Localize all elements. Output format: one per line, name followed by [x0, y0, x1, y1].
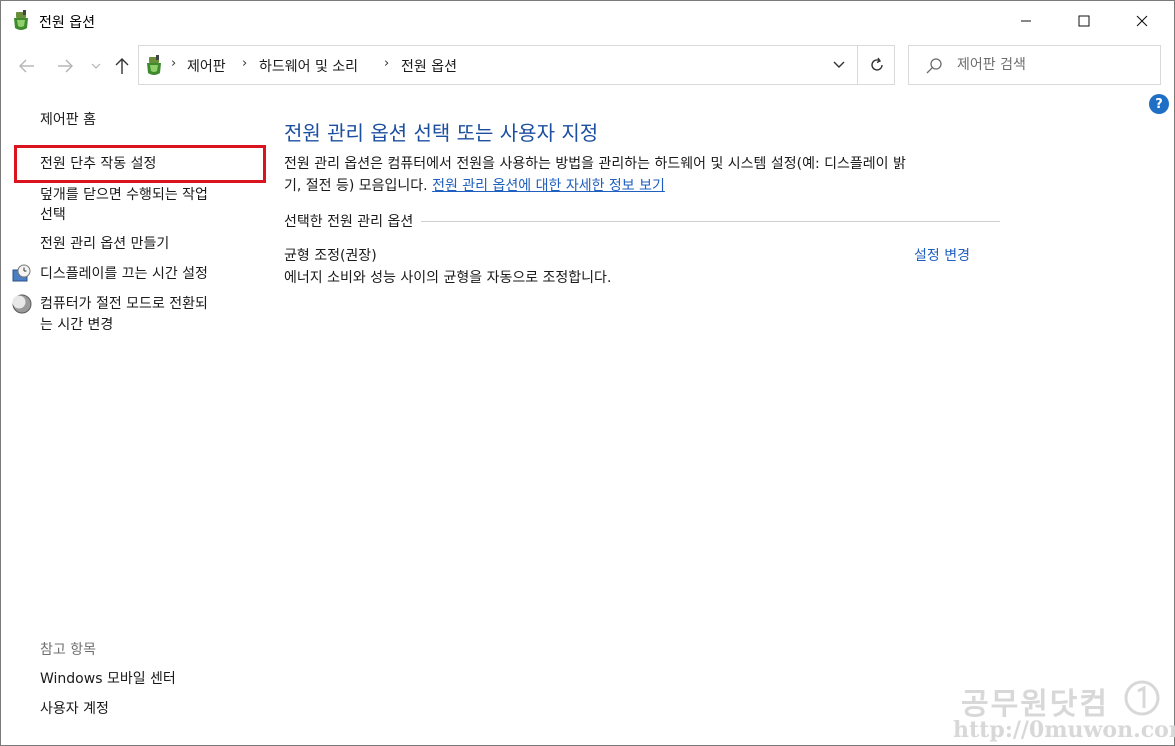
power-options-window: 전원 옵션 › 제어판 › 하드웨어 및 소리 › 전원 옵션 제어판 검색 ?… [0, 0, 1175, 746]
section-label: 선택한 전원 관리 옵션 [284, 211, 422, 231]
address-bar[interactable]: › 제어판 › 하드웨어 및 소리 › 전원 옵션 [138, 45, 895, 85]
chevron-down-icon [833, 61, 845, 68]
refresh-icon [870, 57, 883, 71]
sidebar-link-lid-close-action[interactable]: 덮개를 닫으면 수행되는 작업 [40, 185, 208, 205]
breadcrumb-separator-icon[interactable]: › [384, 56, 389, 71]
sidebar-link-sleep-time[interactable]: 컴퓨터가 절전 모드로 전환되 [40, 294, 208, 314]
description-line-1: 전원 관리 옵션은 컴퓨터에서 전원을 사용하는 방법을 관리하는 하드웨어 및… [284, 156, 906, 172]
sidebar-link-power-button-settings[interactable]: 전원 단추 작동 설정 [40, 154, 156, 174]
search-box[interactable] [908, 45, 1161, 85]
chevron-down-icon [91, 63, 101, 69]
up-button[interactable] [109, 53, 135, 79]
back-button[interactable] [13, 53, 41, 79]
window-title: 전원 옵션 [39, 15, 95, 31]
sidebar-link-display-off-time[interactable]: 디스플레이를 끄는 시간 설정 [40, 264, 208, 284]
breadcrumb-hardware-and-sound[interactable]: 하드웨어 및 소리 [259, 56, 358, 76]
recent-locations-button[interactable] [87, 53, 105, 79]
maximize-icon [1078, 15, 1090, 27]
sleep-moon-icon [12, 294, 32, 314]
close-button[interactable] [1113, 1, 1171, 41]
address-history-button[interactable] [821, 46, 857, 84]
watermark-logo-icon [1124, 680, 1160, 716]
watermark: 공무원닷컴 http://0muwon.com [953, 675, 1175, 745]
minimize-button[interactable] [997, 1, 1055, 41]
sidebar-link-create-power-plan[interactable]: 전원 관리 옵션 만들기 [40, 234, 169, 254]
watermark-url: http://0muwon.com [953, 717, 1175, 743]
sidebar-link-sleep-time-cont[interactable]: 는 시간 변경 [40, 315, 113, 335]
see-also-heading: 참고 항목 [40, 642, 96, 658]
description-line-2: 기, 절전 등) 모음입니다. 전원 관리 옵션에 대한 자세한 정보 보기 [284, 175, 1000, 197]
power-options-app-icon [14, 10, 28, 30]
sidebar-link-user-accounts[interactable]: 사용자 계정 [40, 699, 109, 719]
power-options-location-icon [147, 55, 161, 75]
display-clock-icon [12, 264, 31, 282]
maximize-button[interactable] [1055, 1, 1113, 41]
forward-button[interactable] [51, 53, 79, 79]
plan-description: 에너지 소비와 성능 사이의 균형을 자동으로 조정합니다. [284, 270, 612, 286]
breadcrumb-separator-icon[interactable]: › [242, 56, 247, 71]
power-options-info-link[interactable]: 전원 관리 옵션에 대한 자세한 정보 보기 [432, 178, 665, 194]
sidebar-link-control-panel-home[interactable]: 제어판 홈 [40, 110, 96, 130]
close-icon [1136, 15, 1148, 27]
arrow-right-icon [58, 59, 73, 73]
page-description: 전원 관리 옵션은 컴퓨터에서 전원을 사용하는 방법을 관리하는 하드웨어 및… [284, 153, 1000, 197]
breadcrumb-separator-icon[interactable]: › [171, 56, 176, 71]
plan-name: 균형 조정(권장) [284, 248, 377, 264]
search-input[interactable] [957, 54, 1153, 76]
search-icon [926, 58, 942, 74]
page-title: 전원 관리 옵션 선택 또는 사용자 지정 [284, 121, 599, 145]
sidebar: 제어판 홈 전원 단추 작동 설정 덮개를 닫으면 수행되는 작업 선택 전원 … [1, 97, 271, 737]
breadcrumb-control-panel[interactable]: 제어판 [187, 56, 226, 76]
help-icon[interactable]: ? [1149, 94, 1169, 114]
breadcrumb-power-options[interactable]: 전원 옵션 [401, 56, 457, 76]
selected-plan-section-header: 선택한 전원 관리 옵션 [284, 211, 1000, 231]
arrow-up-icon [115, 58, 129, 74]
sidebar-link-windows-mobility-center[interactable]: Windows 모바일 센터 [40, 669, 176, 689]
title-bar: 전원 옵션 [1, 1, 1174, 41]
sidebar-link-lid-close-action-cont[interactable]: 선택 [40, 205, 66, 225]
change-plan-settings-link[interactable]: 설정 변경 [914, 245, 970, 265]
refresh-button[interactable] [857, 46, 895, 84]
description-line-2-text: 기, 절전 등) 모음입니다. [284, 178, 433, 194]
arrow-left-icon [19, 59, 34, 73]
minimize-icon [1021, 20, 1031, 22]
